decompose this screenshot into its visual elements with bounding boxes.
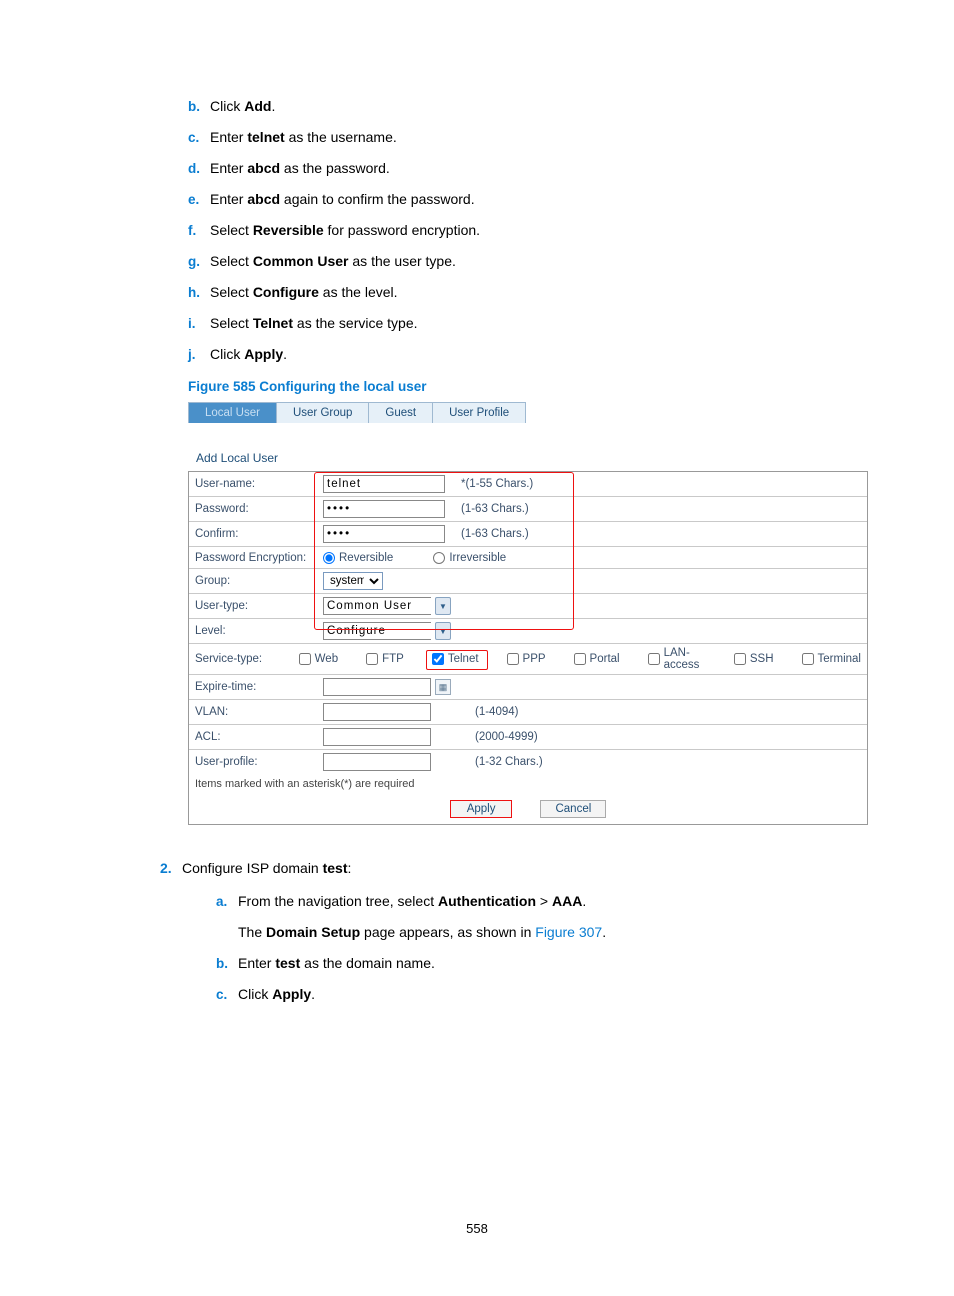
hint-username: *(1-55 Chars.) bbox=[461, 478, 533, 490]
step2a-line2: The Domain Setup page appears, as shown … bbox=[238, 922, 606, 943]
instruction-step: d.Enter abcd as the password. bbox=[188, 158, 854, 179]
step-text: Click Apply. bbox=[210, 344, 287, 365]
instruction-step: j.Click Apply. bbox=[188, 344, 854, 365]
tab-guest[interactable]: Guest bbox=[368, 402, 432, 423]
label-vlan: VLAN: bbox=[195, 706, 323, 718]
step2c-text: Click Apply. bbox=[238, 984, 315, 1005]
step2-marker: 2. bbox=[160, 860, 182, 876]
profile-input[interactable] bbox=[323, 753, 431, 771]
required-note: Items marked with an asterisk(*) are req… bbox=[189, 774, 867, 800]
label-profile: User-profile: bbox=[195, 756, 323, 768]
hint-confirm: (1-63 Chars.) bbox=[461, 528, 529, 540]
step-marker: c. bbox=[188, 130, 210, 145]
acl-input[interactable] bbox=[323, 728, 431, 746]
instruction-step: e.Enter abcd again to confirm the passwo… bbox=[188, 189, 854, 210]
instruction-step: b.Click Add. bbox=[188, 96, 854, 117]
label-level: Level: bbox=[195, 625, 323, 637]
password-input[interactable] bbox=[323, 500, 445, 518]
apply-button[interactable]: Apply bbox=[450, 800, 513, 818]
step-marker: d. bbox=[188, 161, 210, 176]
step-marker: b. bbox=[188, 99, 210, 114]
step-text: Select Configure as the level. bbox=[210, 282, 398, 303]
instruction-step: c.Enter telnet as the username. bbox=[188, 127, 854, 148]
username-input[interactable] bbox=[323, 475, 445, 493]
page-number: 558 bbox=[0, 1221, 954, 1236]
step-marker: j. bbox=[188, 347, 210, 362]
step-marker: f. bbox=[188, 223, 210, 238]
instruction-step: g.Select Common User as the user type. bbox=[188, 251, 854, 272]
check-ftp[interactable]: FTP bbox=[366, 653, 404, 665]
figure-307-link[interactable]: Figure 307 bbox=[535, 924, 602, 940]
step-marker: h. bbox=[188, 285, 210, 300]
screenshot-figure: Local User User Group Guest User Profile… bbox=[188, 402, 888, 825]
step-text: Select Reversible for password encryptio… bbox=[210, 220, 480, 241]
cancel-button[interactable]: Cancel bbox=[540, 800, 606, 818]
group-select[interactable]: system bbox=[323, 572, 383, 590]
label-usertype: User-type: bbox=[195, 600, 323, 612]
instruction-step: i.Select Telnet as the service type. bbox=[188, 313, 854, 334]
figure-caption: Figure 585 Configuring the local user bbox=[188, 379, 854, 394]
confirm-input[interactable] bbox=[323, 525, 445, 543]
step-text: Enter telnet as the username. bbox=[210, 127, 397, 148]
label-password: Password: bbox=[195, 503, 323, 515]
radio-reversible[interactable]: Reversible bbox=[323, 552, 393, 564]
check-lan[interactable]: LAN-access bbox=[648, 647, 706, 671]
level-select[interactable] bbox=[323, 622, 431, 640]
step2a-text: From the navigation tree, select Authent… bbox=[238, 891, 586, 912]
vlan-input[interactable] bbox=[323, 703, 431, 721]
tabs-bar: Local User User Group Guest User Profile bbox=[188, 402, 888, 423]
step2c-marker: c. bbox=[216, 987, 238, 1002]
step2b-marker: b. bbox=[216, 956, 238, 971]
check-portal[interactable]: Portal bbox=[574, 653, 620, 665]
step-marker: e. bbox=[188, 192, 210, 207]
step2-text: Configure ISP domain test: bbox=[182, 857, 351, 879]
form-section-title: Add Local User bbox=[196, 451, 888, 465]
label-service: Service-type: bbox=[195, 653, 291, 665]
step-text: Enter abcd as the password. bbox=[210, 158, 390, 179]
check-ssh[interactable]: SSH bbox=[734, 653, 774, 665]
add-local-user-form: User-name: *(1-55 Chars.) Password: (1-6… bbox=[188, 471, 868, 825]
label-encrypt: Password Encryption: bbox=[195, 552, 323, 564]
check-terminal[interactable]: Terminal bbox=[802, 653, 861, 665]
usertype-select[interactable] bbox=[323, 597, 431, 615]
check-ppp[interactable]: PPP bbox=[507, 653, 546, 665]
label-confirm: Confirm: bbox=[195, 528, 323, 540]
step-text: Enter abcd again to confirm the password… bbox=[210, 189, 475, 210]
label-expire: Expire-time: bbox=[195, 681, 323, 693]
instruction-step: f.Select Reversible for password encrypt… bbox=[188, 220, 854, 241]
step-text: Select Common User as the user type. bbox=[210, 251, 456, 272]
chevron-down-icon[interactable]: ▼ bbox=[435, 597, 451, 615]
label-group: Group: bbox=[195, 575, 323, 587]
hint-password: (1-63 Chars.) bbox=[461, 503, 529, 515]
label-username: User-name: bbox=[195, 478, 323, 490]
hint-profile: (1-32 Chars.) bbox=[475, 756, 543, 768]
tab-local-user[interactable]: Local User bbox=[188, 402, 276, 423]
tab-user-group[interactable]: User Group bbox=[276, 402, 368, 423]
hint-vlan: (1-4094) bbox=[475, 706, 518, 718]
expire-input[interactable] bbox=[323, 678, 431, 696]
step2a-marker: a. bbox=[216, 894, 238, 909]
step2b-text: Enter test as the domain name. bbox=[238, 953, 435, 974]
check-web[interactable]: Web bbox=[299, 653, 338, 665]
step-marker: g. bbox=[188, 254, 210, 269]
step-marker: i. bbox=[188, 316, 210, 331]
label-acl: ACL: bbox=[195, 731, 323, 743]
step-text: Click Add. bbox=[210, 96, 275, 117]
chevron-down-icon[interactable]: ▼ bbox=[435, 622, 451, 640]
check-telnet[interactable]: Telnet bbox=[432, 653, 479, 665]
instruction-step: h.Select Configure as the level. bbox=[188, 282, 854, 303]
radio-irreversible[interactable]: Irreversible bbox=[433, 552, 506, 564]
step-text: Select Telnet as the service type. bbox=[210, 313, 418, 334]
tab-user-profile[interactable]: User Profile bbox=[432, 402, 526, 423]
calendar-icon[interactable]: ▦ bbox=[435, 679, 451, 695]
hint-acl: (2000-4999) bbox=[475, 731, 538, 743]
